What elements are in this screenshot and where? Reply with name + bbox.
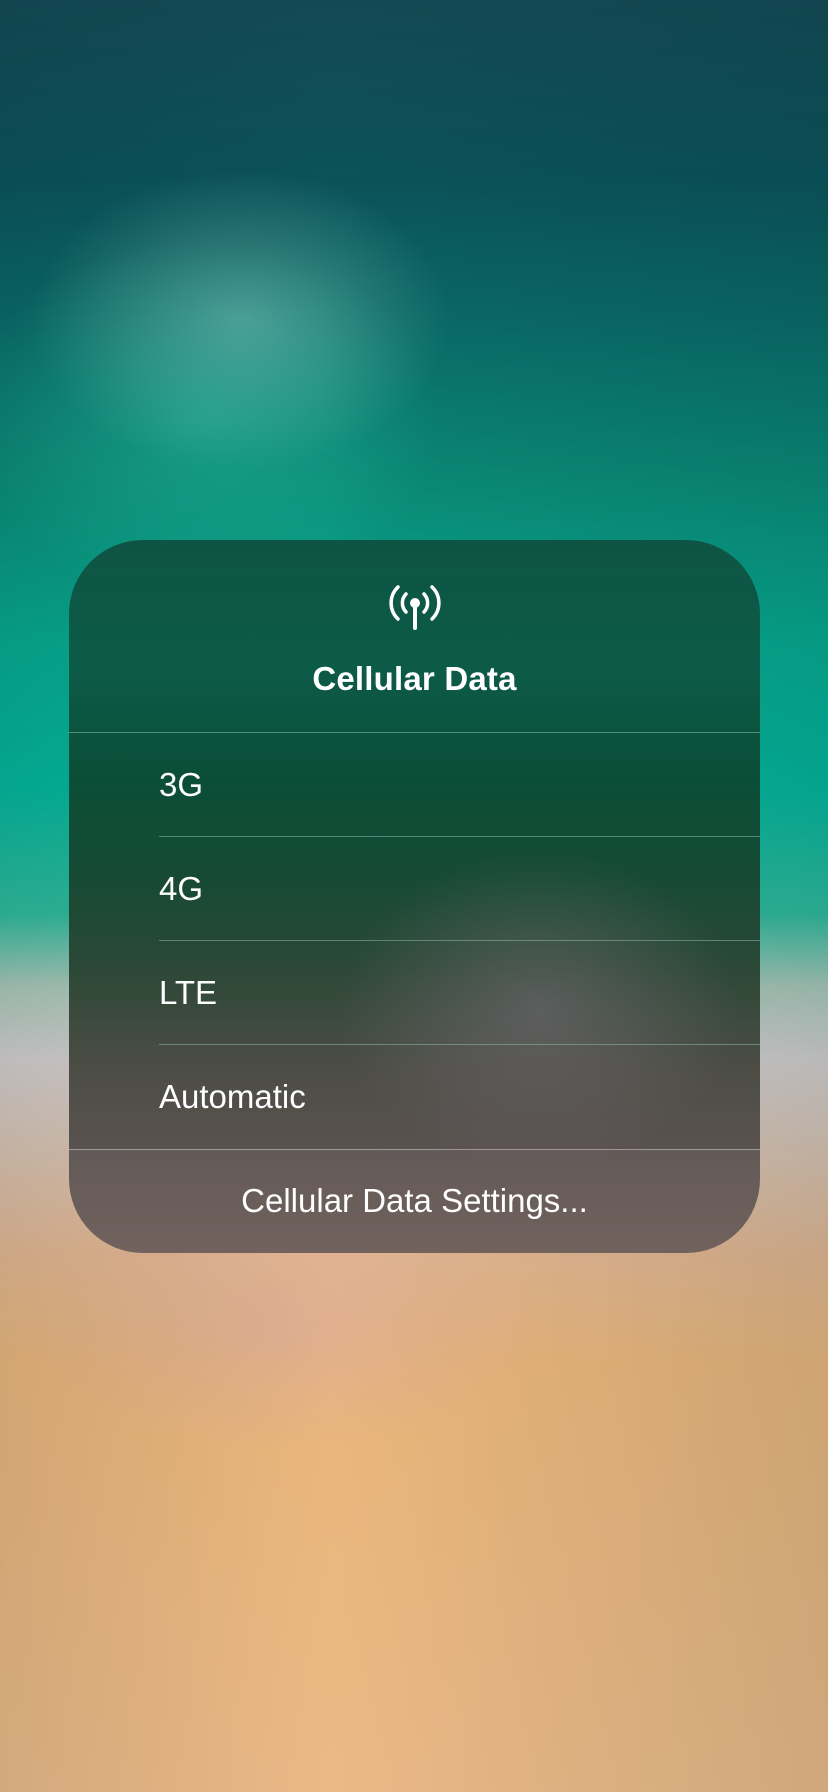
menu-title: Cellular Data xyxy=(312,660,517,697)
menu-header: Cellular Data xyxy=(69,540,760,733)
cellular-data-menu: Cellular Data 3G 4G LTE Automatic Cellul… xyxy=(69,540,760,1253)
cellular-antenna-icon xyxy=(389,585,441,630)
cellular-data-settings-button[interactable]: Cellular Data Settings... xyxy=(69,1150,760,1253)
option-label: Automatic xyxy=(159,1078,306,1115)
option-lte[interactable]: LTE xyxy=(69,941,760,1045)
settings-label: Cellular Data Settings... xyxy=(241,1182,588,1219)
option-label: LTE xyxy=(159,974,218,1011)
option-label: 3G xyxy=(159,766,204,803)
option-3g[interactable]: 3G xyxy=(69,733,760,837)
option-list: 3G 4G LTE Automatic xyxy=(69,733,760,1149)
option-label: 4G xyxy=(159,870,204,907)
option-automatic[interactable]: Automatic xyxy=(69,1045,760,1149)
option-4g[interactable]: 4G xyxy=(69,837,760,941)
